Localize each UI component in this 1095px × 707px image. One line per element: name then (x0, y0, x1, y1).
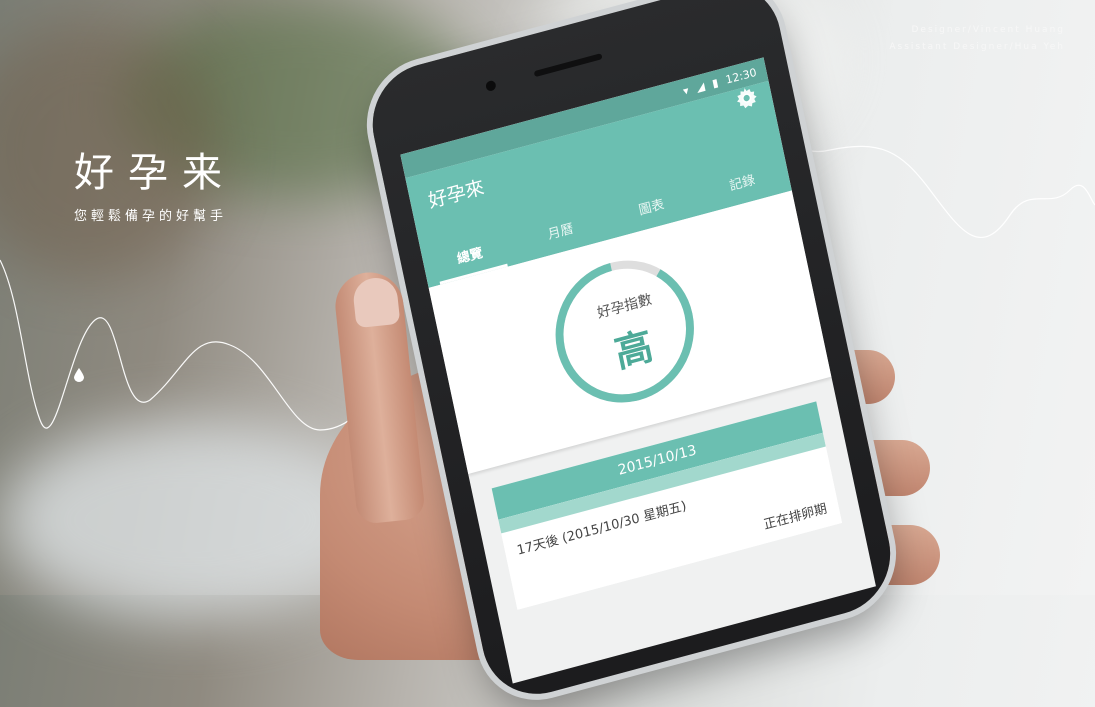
designer-credits: Designer/Vincent Huang Assistant Designe… (889, 22, 1065, 56)
wifi-icon: ▾ (681, 83, 690, 98)
brand-subtitle: 您輕鬆備孕的好幫手 (74, 209, 228, 224)
brand-title: 好孕来 (74, 150, 236, 196)
status-time: 12:30 (724, 65, 758, 87)
assistant-designer-credit: Assistant Designer/Hua Yeh (889, 42, 1065, 52)
earpiece-speaker (533, 53, 603, 78)
phone-screen: ▾ ◢ ▮ 12:30 好孕來 總覽 月曆 圖表 記錄 好孕指數 高 2015/… (400, 57, 876, 684)
battery-icon: ▮ (710, 75, 720, 90)
ovulation-status: 正在排卵期 (762, 501, 829, 533)
designer-credit: Designer/Vincent Huang (911, 25, 1065, 35)
app-title: 好孕來 (426, 176, 487, 213)
signal-icon: ◢ (694, 79, 706, 95)
drop-icon (74, 368, 84, 382)
gear-icon[interactable] (734, 84, 760, 111)
front-camera (484, 79, 497, 93)
